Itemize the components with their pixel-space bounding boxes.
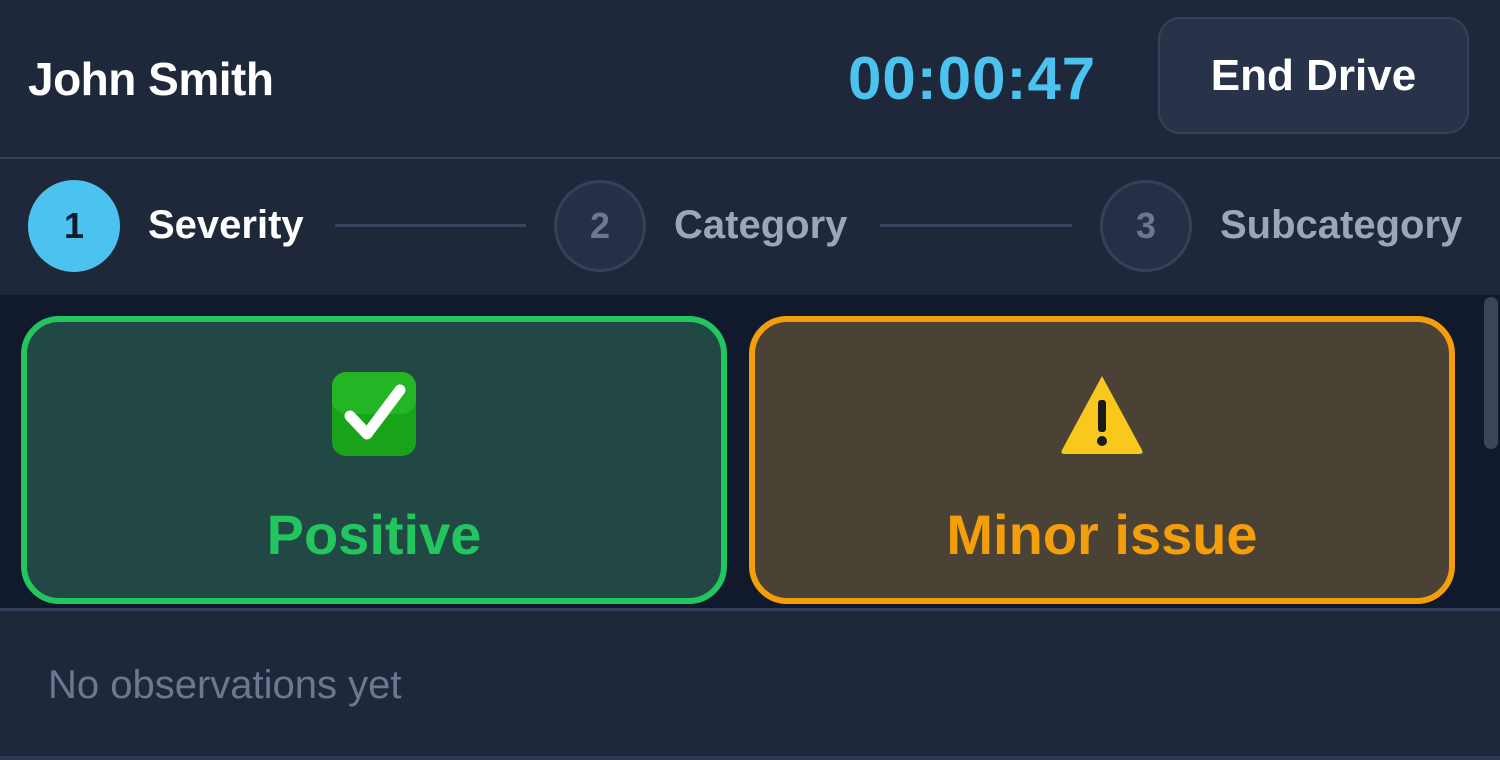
warning-icon (1061, 376, 1143, 454)
minor-issue-option-button[interactable]: Minor issue (749, 316, 1455, 604)
step-1-circle[interactable]: 1 (28, 180, 120, 272)
step-2-label[interactable]: Category (674, 203, 847, 248)
step-2-circle[interactable]: 2 (554, 180, 646, 272)
step-1-label[interactable]: Severity (148, 203, 304, 248)
driver-name: John Smith (28, 53, 274, 105)
header-bar: John Smith 00:00:47 End Drive (0, 0, 1500, 157)
severity-options-panel: Positive Minor issue (0, 295, 1500, 608)
observations-empty-text: No observations yet (48, 663, 402, 707)
end-drive-button[interactable]: End Drive (1158, 17, 1469, 134)
options-scrollbar-thumb[interactable] (1484, 297, 1498, 449)
observations-list: No observations yet (0, 611, 1500, 756)
stepper: 1 Severity 2 Category 3 Subcategory (0, 159, 1500, 295)
minor-issue-option-label: Minor issue (946, 503, 1258, 566)
positive-option-label: Positive (266, 503, 482, 566)
app-root: John Smith 00:00:47 End Drive 1 Severity… (0, 0, 1500, 760)
drive-timer: 00:00:47 (848, 45, 1097, 112)
check-mark-icon (332, 372, 416, 456)
step-connector-2 (880, 224, 1072, 227)
positive-option-button[interactable]: Positive (21, 316, 727, 604)
bottom-divider (0, 756, 1500, 760)
step-3-circle[interactable]: 3 (1100, 180, 1192, 272)
step-3-label[interactable]: Subcategory (1220, 203, 1462, 248)
step-connector-1 (335, 224, 526, 227)
